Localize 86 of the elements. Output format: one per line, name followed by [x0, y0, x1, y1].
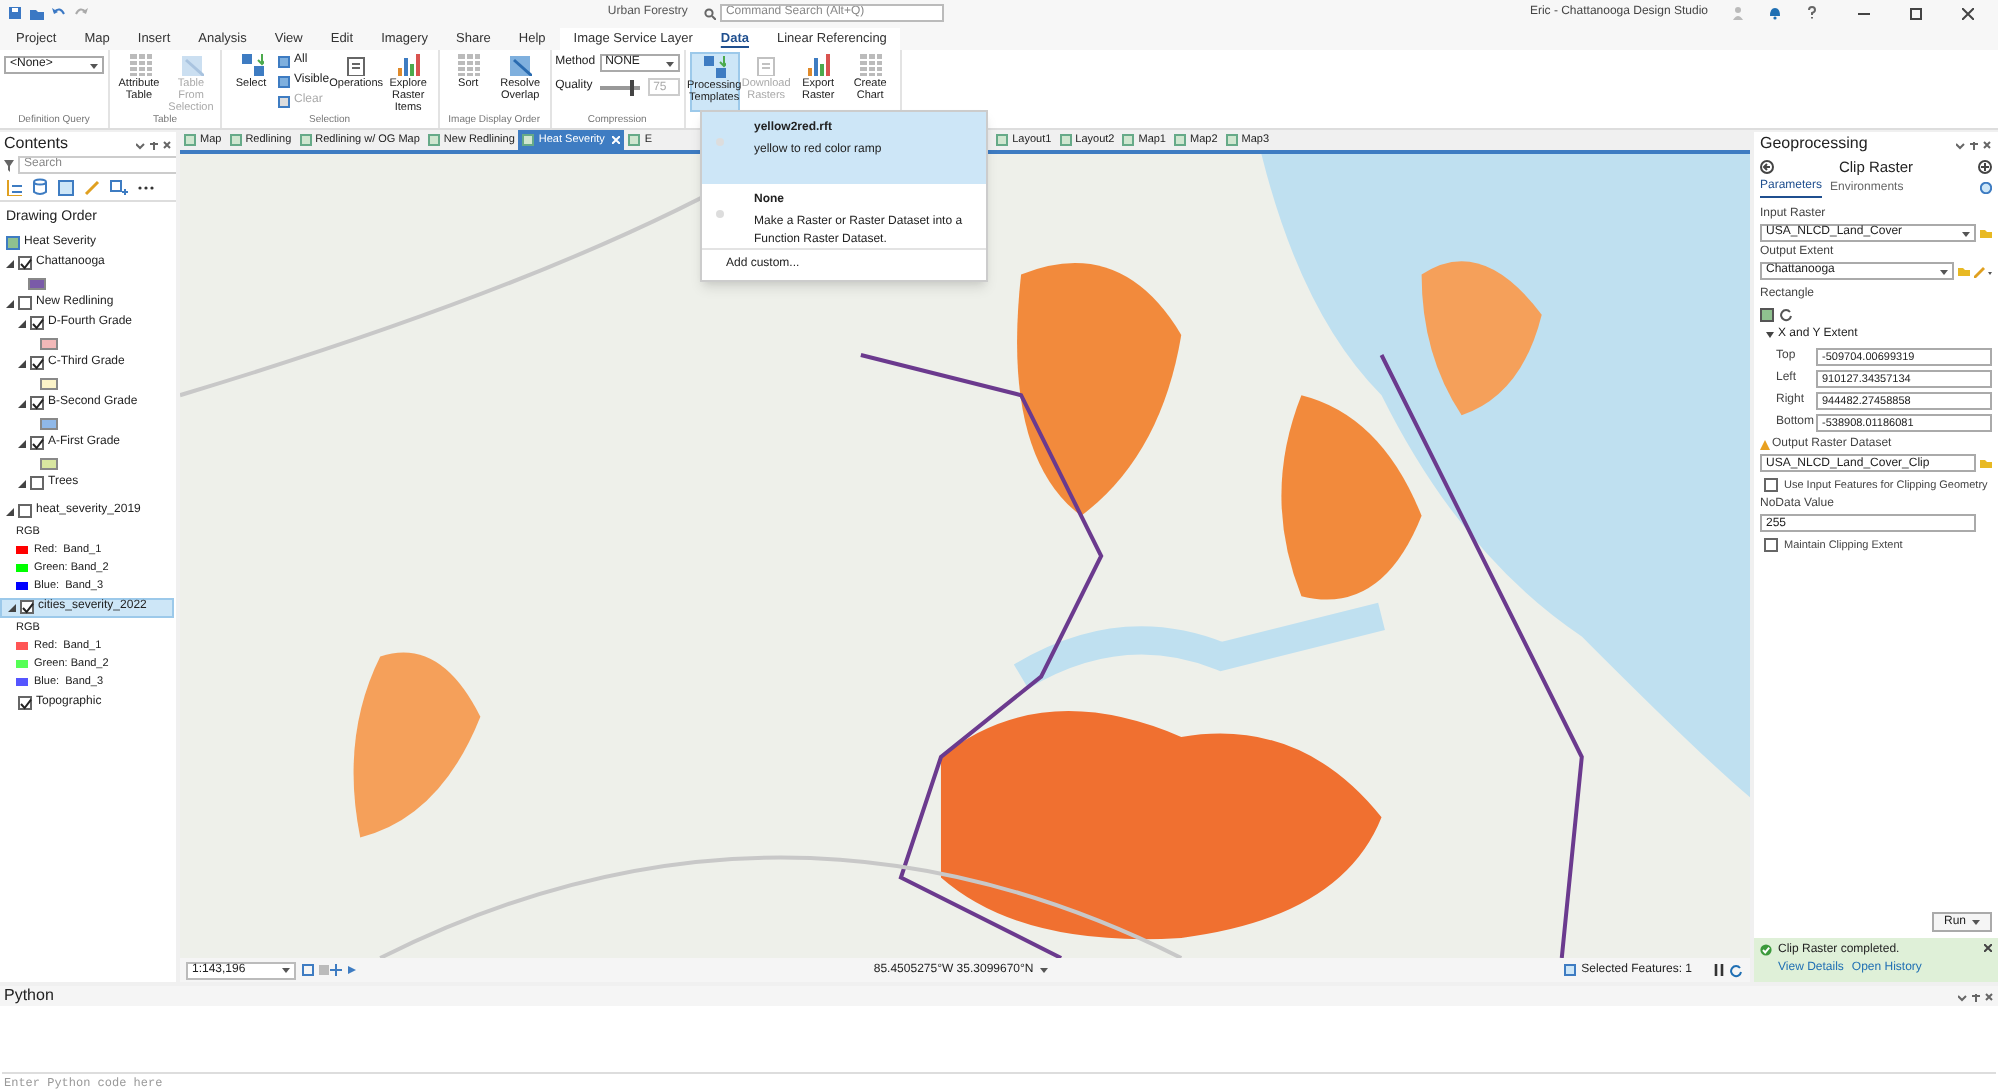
check-icon	[21, 601, 33, 613]
checkbox[interactable]	[1764, 538, 1778, 552]
check-icon	[19, 257, 31, 269]
grid-plus-icon[interactable]	[110, 179, 128, 195]
expanded-caret-icon[interactable]	[18, 399, 26, 407]
check-icon	[19, 697, 31, 709]
database-icon[interactable]	[32, 178, 48, 196]
selection-icon	[1563, 964, 1576, 976]
help-icon[interactable]	[1806, 6, 1818, 20]
pencil-icon[interactable]	[1974, 265, 1992, 277]
checkbox[interactable]	[30, 396, 44, 410]
list-by-drawing-order-icon[interactable]	[6, 179, 22, 195]
map-tools-icon[interactable]	[302, 964, 358, 976]
extent-icon[interactable]	[1760, 308, 1774, 322]
pane-title: Geoprocessing	[1760, 132, 1868, 156]
slider-thumb[interactable]	[629, 79, 634, 95]
expanded-caret-icon[interactable]	[6, 507, 14, 515]
close-icon[interactable]	[1984, 944, 1992, 952]
checkbox[interactable]	[20, 600, 34, 614]
checkbox[interactable]	[18, 296, 32, 310]
map-tab-icon	[1225, 134, 1238, 146]
add-icon[interactable]	[1978, 160, 1992, 174]
map-sheet-icon[interactable]	[58, 179, 74, 195]
success-icon	[1760, 944, 1772, 956]
map-tab-icon	[1059, 134, 1072, 146]
save-icon[interactable]	[8, 6, 22, 20]
minimize-icon[interactable]	[1858, 7, 1870, 19]
stacked-tiles-icon	[702, 54, 727, 78]
caret-icon	[1962, 229, 1970, 237]
map-tab-icon	[427, 134, 440, 146]
checkbox[interactable]	[30, 476, 44, 490]
map-tab-icon	[1174, 134, 1186, 146]
notification-icon[interactable]	[1768, 6, 1782, 20]
expanded-caret-icon[interactable]	[6, 259, 14, 267]
document-icon	[754, 52, 779, 76]
map-tab-icon	[229, 134, 242, 146]
maximize-icon[interactable]	[1910, 7, 1922, 19]
check-icon	[31, 357, 43, 369]
expanded-caret-icon[interactable]	[18, 319, 26, 327]
pane-title: Python	[4, 984, 54, 1008]
back-icon[interactable]	[1760, 160, 1774, 174]
stacked-tiles-icon	[239, 52, 263, 76]
expanded-caret-icon[interactable]	[8, 603, 16, 611]
help-icon[interactable]	[1980, 182, 1992, 194]
caret-icon	[1940, 267, 1948, 275]
close-icon[interactable]	[1962, 7, 1974, 19]
pin-close-icon[interactable]	[1958, 991, 1994, 1001]
map-tab-icon	[628, 134, 641, 146]
pane-title: Contents	[4, 132, 69, 156]
map-icon	[6, 236, 20, 250]
expanded-caret-icon[interactable]	[6, 299, 14, 307]
checkbox[interactable]	[30, 316, 44, 330]
checkbox[interactable]	[18, 696, 32, 710]
checkbox[interactable]	[1764, 478, 1778, 492]
pin-close-icon[interactable]	[136, 139, 172, 149]
checkbox[interactable]	[30, 436, 44, 450]
search-icon	[703, 7, 716, 19]
check-icon	[31, 437, 43, 449]
checkbox[interactable]	[30, 356, 44, 370]
undo-icon[interactable]	[52, 6, 66, 20]
expanded-caret-icon	[1766, 332, 1774, 338]
bar-chart-icon	[396, 52, 421, 76]
refresh-icon[interactable]	[1730, 963, 1744, 977]
map-tab-icon	[1122, 134, 1135, 146]
map-tab-icon	[996, 134, 1009, 146]
map-tab-icon	[522, 134, 535, 146]
caret-icon	[1972, 918, 1980, 926]
check-icon	[31, 317, 43, 329]
map-tab-icon	[184, 134, 196, 146]
expanded-caret-icon[interactable]	[18, 359, 26, 367]
checkbox[interactable]	[18, 256, 32, 270]
reset-icon[interactable]	[1780, 308, 1794, 322]
caret-icon	[665, 59, 674, 67]
expanded-caret-icon[interactable]	[18, 479, 26, 487]
pause-icon[interactable]	[1714, 964, 1724, 976]
pin-close-icon[interactable]	[1956, 139, 1992, 149]
caret-icon	[282, 966, 290, 974]
bar-chart-icon	[806, 52, 831, 76]
checkbox[interactable]	[18, 504, 32, 518]
filter-icon	[4, 159, 14, 171]
check-icon	[31, 397, 43, 409]
caret-icon	[1039, 966, 1048, 974]
expanded-caret-icon[interactable]	[18, 439, 26, 447]
caret-icon	[90, 61, 98, 69]
map-tab-icon	[299, 134, 312, 146]
open-folder-icon[interactable]	[30, 6, 44, 20]
